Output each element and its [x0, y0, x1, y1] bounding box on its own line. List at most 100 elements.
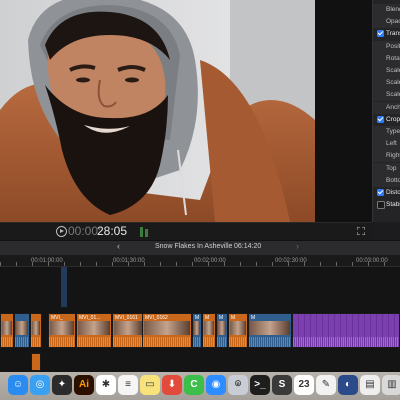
- inspector-row-left[interactable]: Left: [373, 138, 400, 151]
- terminal-icon[interactable]: >_: [250, 375, 270, 395]
- audio-waveform: [31, 337, 41, 347]
- inspector-row-crop[interactable]: Crop: [373, 114, 400, 126]
- ruler-tick: [112, 262, 113, 266]
- clip-thumbnail: [250, 321, 290, 335]
- inspector-row-botto[interactable]: Botto: [373, 174, 400, 187]
- browser-icon[interactable]: ◐: [338, 375, 358, 395]
- ruler-label: 00:02:00:00: [194, 258, 226, 264]
- audio-clip[interactable]: [31, 353, 41, 371]
- clip-thumbnail: [114, 321, 142, 335]
- inspector-panel: Blend Opac Transf Positi Rotati Scale Scale Sca…: [372, 0, 400, 222]
- ruler-tick: [336, 262, 337, 266]
- app-c-icon[interactable]: C: [184, 375, 204, 395]
- clip-thumbnail: [50, 321, 74, 335]
- ruler-tick: [48, 262, 49, 266]
- dock-glyph: ◉: [211, 379, 221, 390]
- inspector-row-top[interactable]: Top: [373, 162, 400, 175]
- notes-icon[interactable]: ≡: [118, 375, 138, 395]
- inspector-row-type[interactable]: Type: [373, 126, 400, 138]
- timeline-clip[interactable]: M: [192, 313, 202, 348]
- checkbox[interactable]: [377, 30, 384, 38]
- timeline-clip[interactable]: M: [228, 313, 248, 348]
- ruler-tick: [32, 262, 33, 266]
- ruler-tick: [240, 262, 241, 266]
- ruler-tick: [304, 262, 305, 266]
- timeline-clip[interactable]: MVI_0162: [142, 313, 192, 348]
- ruler-tick: [272, 262, 273, 266]
- timeline-clip[interactable]: M: [216, 313, 228, 348]
- inspector-row-blend[interactable]: Blend: [373, 4, 400, 16]
- play-icon[interactable]: [56, 226, 67, 237]
- audio-meter: [140, 225, 152, 237]
- ruler-tick: [144, 262, 145, 266]
- timeline-clip[interactable]: MVI_0161: [112, 313, 144, 348]
- dock-glyph: ☺: [12, 379, 24, 390]
- dock-glyph: ▥: [387, 379, 397, 390]
- timeline-clip[interactable]: M: [202, 313, 216, 348]
- timeline-clip[interactable]: [30, 313, 42, 348]
- ruler-tick: [288, 262, 289, 266]
- ruler-tick: [224, 262, 225, 266]
- audio-waveform: [293, 337, 399, 347]
- trash-icon[interactable]: ▥: [382, 375, 400, 395]
- timeline-clip[interactable]: MVI_01...: [76, 313, 112, 348]
- forward-button[interactable]: ›: [296, 241, 299, 251]
- checkbox[interactable]: [377, 115, 384, 123]
- ruler-tick: [384, 262, 385, 266]
- final-cut-icon[interactable]: ✦: [52, 375, 72, 395]
- checkbox[interactable]: [377, 189, 384, 196]
- ruler-tick: [160, 262, 161, 266]
- zoom-icon[interactable]: ◉: [206, 375, 226, 395]
- safari-icon[interactable]: ◎: [30, 375, 50, 395]
- inspector-row-positi[interactable]: Positi: [373, 40, 400, 53]
- document-icon[interactable]: ▤: [360, 375, 380, 395]
- clip-thumbnail: [144, 321, 190, 335]
- inspector-row-opac[interactable]: Opac: [373, 16, 400, 29]
- inspector-row-transf[interactable]: Transf: [373, 28, 400, 40]
- timeline-clip[interactable]: [14, 313, 30, 348]
- dock-glyph: ⬇: [167, 379, 177, 390]
- timeline-clip[interactable]: [0, 313, 14, 348]
- ruler-tick: [16, 262, 17, 266]
- project-name: Snow Flakes In Asheville: [155, 243, 233, 250]
- textedit-icon[interactable]: ✎: [316, 375, 336, 395]
- stickies-icon[interactable]: ▭: [140, 375, 160, 395]
- inspector-row-rotati[interactable]: Rotati: [373, 52, 400, 65]
- inspector-row-scale[interactable]: Scale: [373, 89, 400, 102]
- timeline-clip[interactable]: M: [248, 313, 292, 348]
- inspector-row-stabi[interactable]: Stabi: [373, 199, 400, 211]
- slack-icon[interactable]: ✱: [96, 375, 116, 395]
- inspector-row-label: Rotati: [386, 54, 400, 62]
- sublime-icon[interactable]: S: [272, 375, 292, 395]
- timeline-clip[interactable]: MVI_: [48, 313, 76, 348]
- ruler-label: 00:02:30:00: [275, 258, 307, 264]
- clip-label: M: [219, 315, 224, 321]
- inspector-row-right[interactable]: Right: [373, 150, 400, 163]
- inspector-row-label: Scale: [386, 91, 400, 99]
- checkbox[interactable]: [377, 201, 385, 210]
- inspector-row-scale[interactable]: Scale: [373, 77, 400, 90]
- inspector-row-anch[interactable]: Anch: [373, 101, 400, 114]
- calendar-icon[interactable]: 23: [294, 375, 314, 395]
- clip-label: MVI_0161: [115, 315, 138, 321]
- connected-clip[interactable]: [61, 267, 67, 307]
- inspector-row-label: Transf: [386, 30, 400, 38]
- dock-glyph: ⌾: [235, 379, 241, 390]
- dock-glyph: 23: [298, 379, 310, 390]
- dock-glyph: ◎: [35, 379, 45, 390]
- clip-thumbnail: [194, 321, 200, 335]
- preview-icon[interactable]: ⌾: [228, 375, 248, 395]
- download-icon[interactable]: ⬇: [162, 375, 182, 395]
- ruler-tick: [96, 262, 97, 266]
- inspector-row-scale[interactable]: Scale: [373, 65, 400, 77]
- dock-glyph: C: [190, 379, 198, 390]
- back-button[interactable]: ‹: [117, 241, 120, 251]
- dock-glyph: Ai: [79, 379, 89, 390]
- illustrator-icon[interactable]: Ai: [74, 375, 94, 395]
- finder-icon[interactable]: ☺: [8, 375, 28, 395]
- timeline-clip[interactable]: [292, 313, 400, 348]
- video-viewer[interactable]: [0, 0, 315, 222]
- ruler-tick: [0, 262, 1, 266]
- inspector-row-distor[interactable]: Distor: [373, 187, 400, 199]
- fullscreen-icon[interactable]: [357, 227, 365, 235]
